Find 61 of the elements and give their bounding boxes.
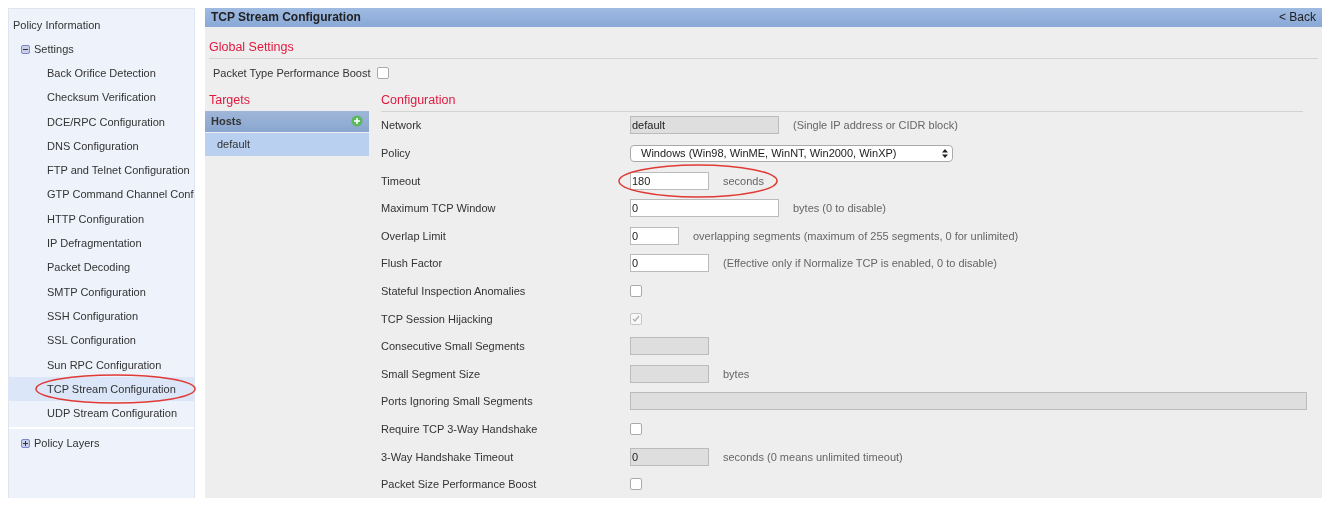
sidebar-item[interactable]: TCP Stream Configuration (9, 376, 194, 402)
group-label[interactable]: Settings (34, 43, 74, 55)
field-label: Stateful Inspection Anomalies (381, 285, 527, 298)
field-label: Consecutive Small Segments (381, 340, 526, 353)
text-field[interactable]: 0 (630, 199, 779, 218)
section-heading: Global Settings (208, 38, 295, 56)
text-field[interactable]: 0 (630, 226, 679, 245)
field-label: 3-Way Handshake Timeout (381, 450, 515, 463)
field-label: Overlap Limit (381, 229, 447, 242)
field-label: Packet Size Performance Boost (381, 478, 538, 491)
field-hint: bytes (0 to disable) (793, 202, 886, 215)
sidebar-item[interactable]: DCE/RPC Configuration (9, 109, 194, 134)
sidebar-item[interactable]: Packet Decoding (9, 255, 194, 280)
sidebar-item[interactable]: Sun RPC Configuration (9, 352, 194, 377)
field-label: Timeout (381, 174, 422, 187)
sidebar-item[interactable]: Checksum Verification (9, 85, 194, 110)
checkbox[interactable] (376, 66, 389, 79)
sidebar-title: Policy Information (12, 18, 102, 33)
field-label: Small Segment Size (381, 367, 482, 380)
sidebar-item[interactable]: SSH Configuration (9, 303, 194, 329)
sidebar-item[interactable]: Back Orifice Detection (9, 61, 194, 86)
host-item[interactable]: default (205, 132, 369, 156)
sidebar-item[interactable]: SMTP Configuration (9, 279, 194, 304)
group-label[interactable]: Policy Layers (34, 437, 100, 450)
sidebar-item[interactable]: IP Defragmentation (9, 231, 194, 256)
section-heading: Configuration (380, 91, 457, 109)
sidebar-item[interactable]: DNS Configuration (9, 133, 194, 159)
checkbox[interactable] (630, 285, 642, 298)
back-link[interactable]: < Back (1278, 10, 1316, 25)
field-hint: overlapping segments (maximum of 255 segments, 0 for unlimited) (693, 229, 1019, 242)
collapse-icon[interactable] (21, 44, 30, 54)
field-hint: seconds (723, 174, 764, 187)
sidebar-item[interactable]: FTP and Telnet Configuration (9, 158, 194, 183)
updown-caret-icon (942, 148, 948, 158)
field-label: Packet Type Performance Boost (213, 66, 371, 79)
panel-title: TCP Stream Configuration (211, 10, 361, 25)
field-label: Require TCP 3-Way Handshake (381, 423, 539, 435)
field-label: Network (381, 119, 423, 132)
list-title: Hosts (211, 115, 242, 128)
field-label: Policy (381, 147, 412, 160)
field-label: Flush Factor (381, 257, 444, 270)
expand-icon[interactable] (21, 438, 30, 448)
sidebar-item[interactable]: UDP Stream Configuration (9, 401, 194, 426)
field-hint: seconds (0 means unlimited timeout) (723, 450, 903, 463)
field-hint: bytes (723, 367, 750, 380)
add-icon[interactable] (351, 115, 363, 128)
field-label: TCP Session Hijacking (381, 312, 494, 325)
section-heading: Targets (208, 91, 251, 109)
field-hint: (Single IP address or CIDR block) (793, 119, 958, 132)
sidebar-item[interactable]: SSL Configuration (9, 328, 194, 353)
sidebar-item[interactable]: GTP Command Channel Conf (9, 182, 194, 207)
policy-select[interactable]: Windows (Win98, WinME, WinNT, Win2000, WinXP) (630, 144, 953, 162)
checkbox[interactable] (630, 423, 642, 435)
text-field[interactable]: 180 (630, 171, 709, 190)
checkbox[interactable] (630, 478, 642, 491)
text-field[interactable]: 0 (630, 254, 709, 273)
sidebar-item[interactable]: HTTP Configuration (9, 206, 194, 232)
check-icon (632, 314, 640, 323)
field-label: Ports Ignoring Small Segments (381, 395, 534, 408)
field-hint: (Effective only if Normalize TCP is enabled, 0 to disable) (723, 257, 997, 270)
field-label: Maximum TCP Window (381, 202, 497, 215)
